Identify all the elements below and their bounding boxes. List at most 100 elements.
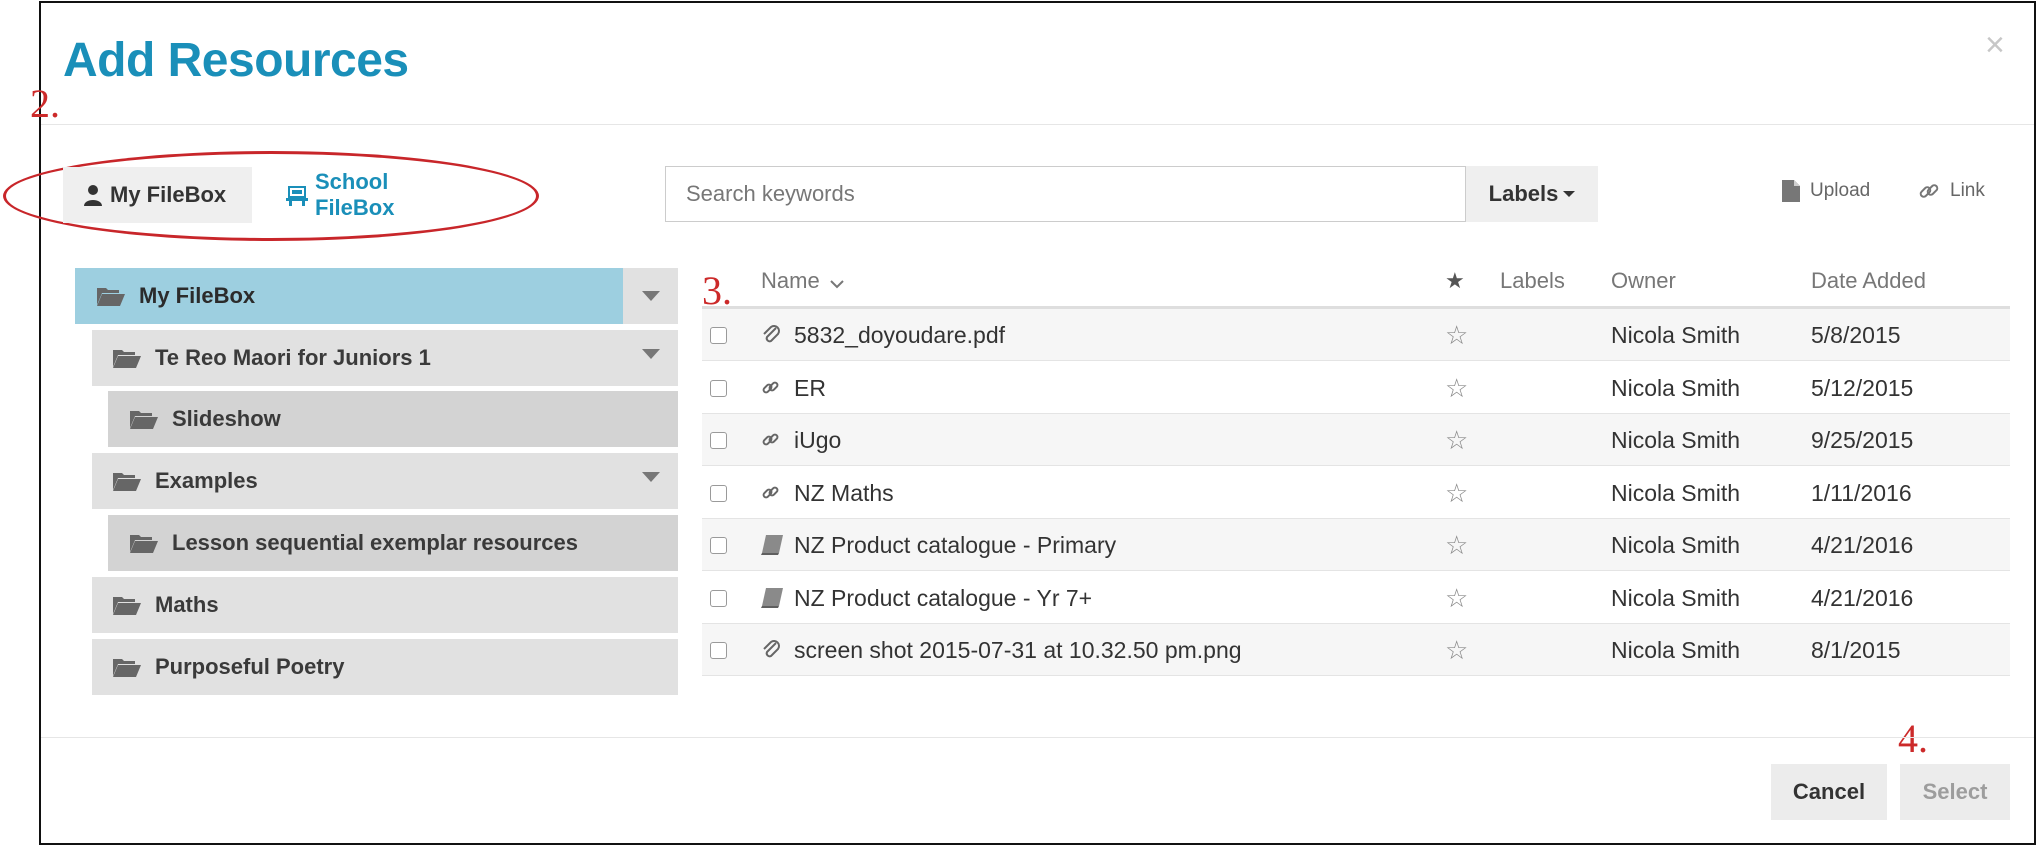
star-icon[interactable]: ☆ [1445, 572, 1468, 624]
folder-open-icon [113, 657, 141, 677]
star-icon[interactable]: ☆ [1445, 624, 1468, 676]
file-owner: Nicola Smith [1611, 531, 1741, 558]
file-owner: Nicola Smith [1611, 584, 1741, 611]
book-icon [760, 572, 784, 624]
folder-open-icon [97, 286, 125, 306]
tree-item-te-reo-maori[interactable]: Te Reo Maori for Juniors 1 [92, 330, 678, 386]
tab-school-filebox[interactable]: School FileBox [266, 167, 481, 223]
document-icon [1782, 180, 1800, 202]
file-date: 4/21/2016 [1811, 584, 1914, 611]
tree-item-label: Lesson sequential exemplar resources [172, 530, 578, 555]
footer-divider [41, 737, 2034, 738]
table-row[interactable]: screen shot 2015-07-31 at 10.32.50 pm.pn… [702, 624, 2010, 676]
tree-toggle[interactable] [623, 449, 678, 505]
column-header-star[interactable]: ★ [1445, 268, 1465, 294]
chevron-down-icon [830, 269, 844, 295]
star-icon[interactable]: ☆ [1445, 467, 1468, 519]
tree-item-label: Maths [155, 592, 219, 617]
upload-button[interactable]: Upload [1782, 180, 1870, 202]
file-name[interactable]: NZ Product catalogue - Primary [794, 519, 1116, 571]
column-header-name[interactable]: Name [761, 268, 844, 295]
file-name[interactable]: screen shot 2015-07-31 at 10.32.50 pm.pn… [794, 624, 1242, 676]
row-checkbox[interactable] [710, 589, 727, 607]
table-row[interactable]: 5832_doyoudare.pdf ☆ Nicola Smith 5/8/20… [702, 309, 2010, 361]
link-button[interactable]: Link [1918, 180, 1985, 202]
table-row[interactable]: ER ☆ Nicola Smith 5/12/2015 [702, 362, 2010, 414]
tree-item-label: Te Reo Maori for Juniors 1 [155, 345, 431, 370]
select-button[interactable]: Select [1900, 764, 2010, 820]
star-icon[interactable]: ☆ [1445, 362, 1468, 414]
table-row[interactable]: NZ Product catalogue - Yr 7+ ☆ Nicola Sm… [702, 572, 2010, 624]
link-icon [762, 414, 780, 466]
column-header-date-added: Date Added [1811, 268, 1926, 293]
file-owner: Nicola Smith [1611, 426, 1741, 453]
file-date: 9/25/2015 [1811, 426, 1914, 453]
file-owner: Nicola Smith [1611, 479, 1741, 506]
tree-item-my-filebox[interactable]: My FileBox [75, 268, 623, 324]
star-icon[interactable]: ☆ [1445, 309, 1468, 361]
tree-item-examples[interactable]: Examples [92, 453, 678, 509]
tree-item-maths[interactable]: Maths [92, 577, 678, 633]
file-name[interactable]: ER [794, 362, 826, 414]
folder-open-icon [130, 409, 158, 429]
link-icon [1918, 180, 1940, 202]
tab-label: School FileBox [315, 169, 395, 220]
file-owner: Nicola Smith [1611, 374, 1741, 401]
file-owner: Nicola Smith [1611, 636, 1741, 663]
file-name[interactable]: NZ Product catalogue - Yr 7+ [794, 572, 1092, 624]
row-checkbox[interactable] [710, 326, 727, 344]
annotation-4: 4. [1898, 716, 1928, 761]
triangle-down-icon [641, 349, 660, 359]
tab-label: My FileBox [110, 182, 227, 207]
row-checkbox[interactable] [710, 431, 727, 449]
table-row[interactable]: NZ Maths ☆ Nicola Smith 1/11/2016 [702, 467, 2010, 519]
file-date: 5/12/2015 [1811, 374, 1914, 401]
school-icon [286, 184, 308, 206]
link-icon [762, 362, 780, 414]
link-icon [762, 467, 780, 519]
table-row[interactable]: NZ Product catalogue - Primary ☆ Nicola … [702, 519, 2010, 571]
star-icon[interactable]: ☆ [1445, 414, 1468, 466]
search-input[interactable] [665, 166, 1466, 222]
dialog-title: Add Resources [63, 34, 409, 87]
tab-my-filebox[interactable]: My FileBox [63, 167, 252, 223]
table-row[interactable]: iUgo ☆ Nicola Smith 9/25/2015 [702, 414, 2010, 466]
folder-open-icon [130, 533, 158, 553]
paperclip-icon [761, 624, 781, 676]
tree-item-label: Purposeful Poetry [155, 654, 345, 679]
upload-label: Upload [1810, 180, 1871, 201]
tree-item-label: Examples [155, 468, 258, 493]
file-name[interactable]: NZ Maths [794, 467, 894, 519]
close-icon[interactable]: × [1985, 26, 2005, 65]
book-icon [760, 519, 784, 571]
tree-toggle[interactable] [623, 268, 678, 324]
column-header-labels: Labels [1500, 268, 1565, 293]
row-checkbox[interactable] [710, 536, 727, 554]
star-icon[interactable]: ☆ [1445, 519, 1468, 571]
tree-item-lesson-sequential[interactable]: Lesson sequential exemplar resources [108, 515, 678, 571]
folder-open-icon [113, 471, 141, 491]
tree-toggle[interactable] [623, 326, 678, 382]
labels-dropdown-button[interactable]: Labels [1466, 166, 1598, 222]
paperclip-icon [761, 309, 781, 361]
tree-item-slideshow[interactable]: Slideshow [108, 391, 678, 447]
triangle-down-icon [641, 291, 660, 301]
cancel-button[interactable]: Cancel [1771, 764, 1887, 820]
folder-open-icon [113, 595, 141, 615]
file-name[interactable]: iUgo [794, 414, 841, 466]
row-checkbox[interactable] [710, 379, 727, 397]
column-name-label: Name [761, 268, 820, 293]
file-date: 4/21/2016 [1811, 531, 1914, 558]
file-date: 5/8/2015 [1811, 321, 1901, 348]
tree-item-label: Slideshow [172, 406, 281, 431]
tree-item-label: My FileBox [139, 283, 256, 308]
labels-button-label: Labels [1488, 181, 1559, 206]
column-header-owner: Owner [1611, 268, 1676, 293]
row-checkbox[interactable] [710, 641, 727, 659]
user-icon [83, 184, 103, 206]
tree-item-purposeful-poetry[interactable]: Purposeful Poetry [92, 639, 678, 695]
folder-open-icon [113, 348, 141, 368]
file-name[interactable]: 5832_doyoudare.pdf [794, 309, 1005, 361]
header-divider [41, 124, 2034, 125]
row-checkbox[interactable] [710, 484, 727, 502]
